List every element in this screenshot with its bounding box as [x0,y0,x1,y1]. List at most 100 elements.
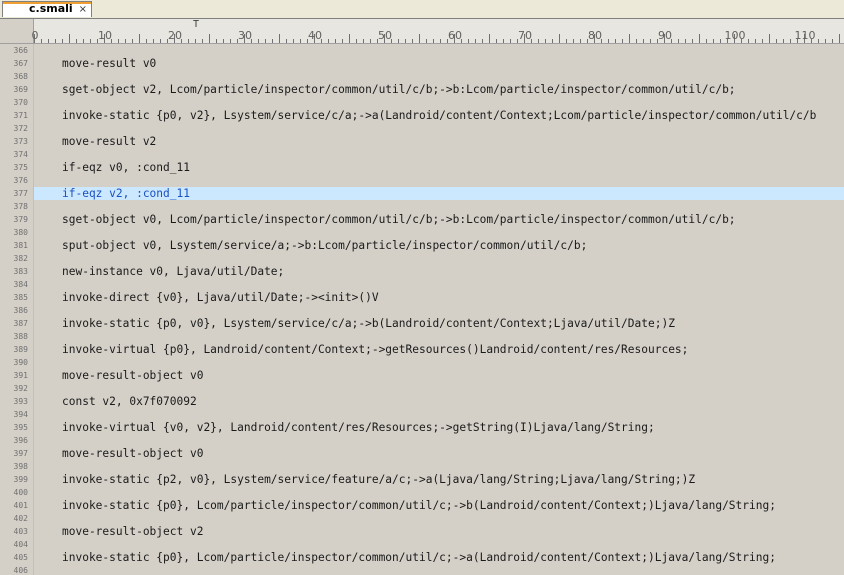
line-number: 382 [13,254,28,263]
code-line[interactable]: invoke-direct {v0}, Ljava/util/Date;-><i… [34,291,844,304]
ruler-tick [489,34,490,43]
ruler-tick [713,39,714,43]
ruler-tick [839,34,840,43]
ruler-tick [76,39,77,43]
ruler-tick [279,34,280,43]
code-line[interactable]: invoke-virtual {p0}, Landroid/content/Co… [34,343,844,356]
line-number: 384 [13,280,28,289]
code-text: invoke-static {p0, v0}, Lsystem/service/… [62,317,675,330]
line-number: 370 [13,98,28,107]
ruler-tick [139,34,140,43]
line-number: 389 [13,345,28,354]
code-text: move-result v0 [62,57,157,70]
code-line[interactable]: invoke-static {p2, v0}, Lsystem/service/… [34,473,844,486]
line-number: 387 [13,319,28,328]
line-number: 371 [13,111,28,120]
tab-c-smali[interactable]: c.smali × [2,1,92,17]
ruler-tick [328,39,329,43]
code-line[interactable]: invoke-static {p0}, Lcom/particle/inspec… [34,551,844,564]
ruler-tick [419,34,420,43]
code-line[interactable]: invoke-static {p0, v0}, Lsystem/service/… [34,317,844,330]
code-line[interactable]: move-result v2 [34,135,844,148]
line-number: 400 [13,488,28,497]
caret-column-marker: T [193,19,200,30]
code-editor[interactable]: 366 367 368 369 370 371 372 373 374 375 376 377 378 3… [0,44,844,575]
ruler-tick [41,39,42,43]
ruler-tick [608,39,609,43]
ruler-tick [69,34,70,43]
line-number: 385 [13,293,28,302]
line-number: 369 [13,85,28,94]
ruler-tick [349,34,350,43]
code-line[interactable]: move-result v0 [34,57,844,70]
ruler-tick [482,39,483,43]
ruler-tick [678,39,679,43]
line-number: 366 [13,46,28,55]
code-line[interactable]: const v2, 0x7f070092 [34,395,844,408]
code-line[interactable]: sget-object v0, Lcom/particle/inspector/… [34,213,844,226]
ruler-tick [573,39,574,43]
line-number: 393 [13,397,28,406]
code-text: if-eqz v2, :cond_11 [62,187,190,200]
code-text: sget-object v0, Lcom/particle/inspector/… [62,213,736,226]
ruler-tick [286,39,287,43]
code-line[interactable]: sget-object v2, Lcom/particle/inspector/… [34,83,844,96]
ruler-tick [398,39,399,43]
current-code-line[interactable]: if-eqz v2, :cond_11 [34,187,844,200]
ruler-tick [566,39,567,43]
line-number: 394 [13,410,28,419]
ruler-tick [552,39,553,43]
code-line[interactable]: if-eqz v0, :cond_11 [34,161,844,174]
line-number-gutter: 366 367 368 369 370 371 372 373 374 375 376 377 378 3… [0,44,34,575]
ruler-tick [55,39,56,43]
ruler-label: 90 [658,29,672,42]
ruler-label: 0 [31,29,39,42]
line-number: 388 [13,332,28,341]
line-number: 398 [13,462,28,471]
ruler-tick [412,39,413,43]
ruler-tick [832,39,833,43]
code-line[interactable]: new-instance v0, Ljava/util/Date; [34,265,844,278]
line-number: 380 [13,228,28,237]
ruler-tick [195,39,196,43]
line-number: 397 [13,449,28,458]
code-text: move-result-object v0 [62,447,204,460]
ruler-tick [370,39,371,43]
code-line[interactable]: invoke-virtual {v0, v2}, Landroid/conten… [34,421,844,434]
code-text: move-result-object v2 [62,525,204,538]
ruler-tick [440,39,441,43]
ruler-label: 70 [518,29,532,42]
ruler-tick [153,39,154,43]
ruler-tick [48,39,49,43]
code-text: move-result-object v0 [62,369,204,382]
ruler-tick [650,39,651,43]
ruler-tick [545,39,546,43]
code-line[interactable]: move-result-object v0 [34,369,844,382]
ruler-tick [405,39,406,43]
line-number: 404 [13,540,28,549]
line-number: 378 [13,202,28,211]
code-text: invoke-virtual {v0, v2}, Landroid/conten… [62,421,655,434]
line-number: 405 [13,553,28,562]
ruler-tick [223,39,224,43]
line-number: 374 [13,150,28,159]
ruler-tick [790,39,791,43]
ruler-tick [433,39,434,43]
code-line[interactable]: sput-object v0, Lsystem/service/a;->b:Lc… [34,239,844,252]
ruler-tick [83,39,84,43]
code-line[interactable]: move-result-object v2 [34,525,844,538]
ruler-tick [720,39,721,43]
ruler-tick [776,39,777,43]
line-number: 399 [13,475,28,484]
line-number: 391 [13,371,28,380]
ruler-tick [622,39,623,43]
code-line[interactable]: invoke-static {p0, v2}, Lsystem/service/… [34,109,844,122]
ruler-tick [762,39,763,43]
line-number: 396 [13,436,28,445]
close-icon[interactable]: × [79,3,87,17]
code-line[interactable]: invoke-static {p0}, Lcom/particle/inspec… [34,499,844,512]
code-text: const v2, 0x7f070092 [62,395,197,408]
ruler-tick [160,39,161,43]
code-line[interactable]: move-result-object v0 [34,447,844,460]
code-text: invoke-static {p0}, Lcom/particle/inspec… [62,499,776,512]
